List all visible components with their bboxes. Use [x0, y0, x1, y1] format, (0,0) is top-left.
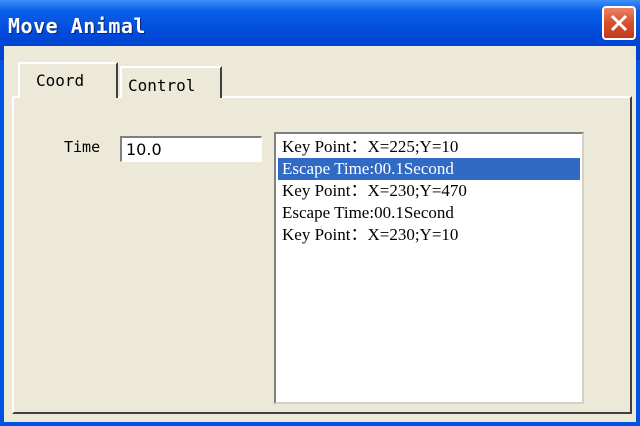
tab-control[interactable]: Control — [120, 66, 222, 98]
list-item[interactable]: Escape Time:00.1Second — [278, 202, 580, 224]
dialog-client-area: Coord Control Time Key Point：X=225;Y=10 … — [4, 46, 636, 422]
close-button[interactable] — [602, 6, 636, 40]
tab-control-label: Control — [128, 76, 196, 95]
window-title: Move Animal — [8, 14, 146, 38]
close-icon — [610, 14, 628, 32]
time-label: Time — [64, 138, 101, 156]
list-item-selected[interactable]: Escape Time:00.1Second — [278, 158, 580, 180]
tab-coord[interactable]: Coord — [18, 62, 118, 98]
list-item[interactable]: Key Point：X=230;Y=10 — [278, 224, 580, 246]
key-point-listbox[interactable]: Key Point：X=225;Y=10 Escape Time:00.1Sec… — [274, 132, 584, 404]
list-item[interactable]: Key Point：X=230;Y=470 — [278, 180, 580, 202]
dialog-window: Move Animal Coord Control Time Key Point… — [0, 0, 640, 426]
list-item[interactable]: Key Point：X=225;Y=10 — [278, 136, 580, 158]
time-input[interactable] — [120, 136, 262, 162]
tab-panel-coord: Time Key Point：X=225;Y=10 Escape Time:00… — [12, 96, 632, 414]
